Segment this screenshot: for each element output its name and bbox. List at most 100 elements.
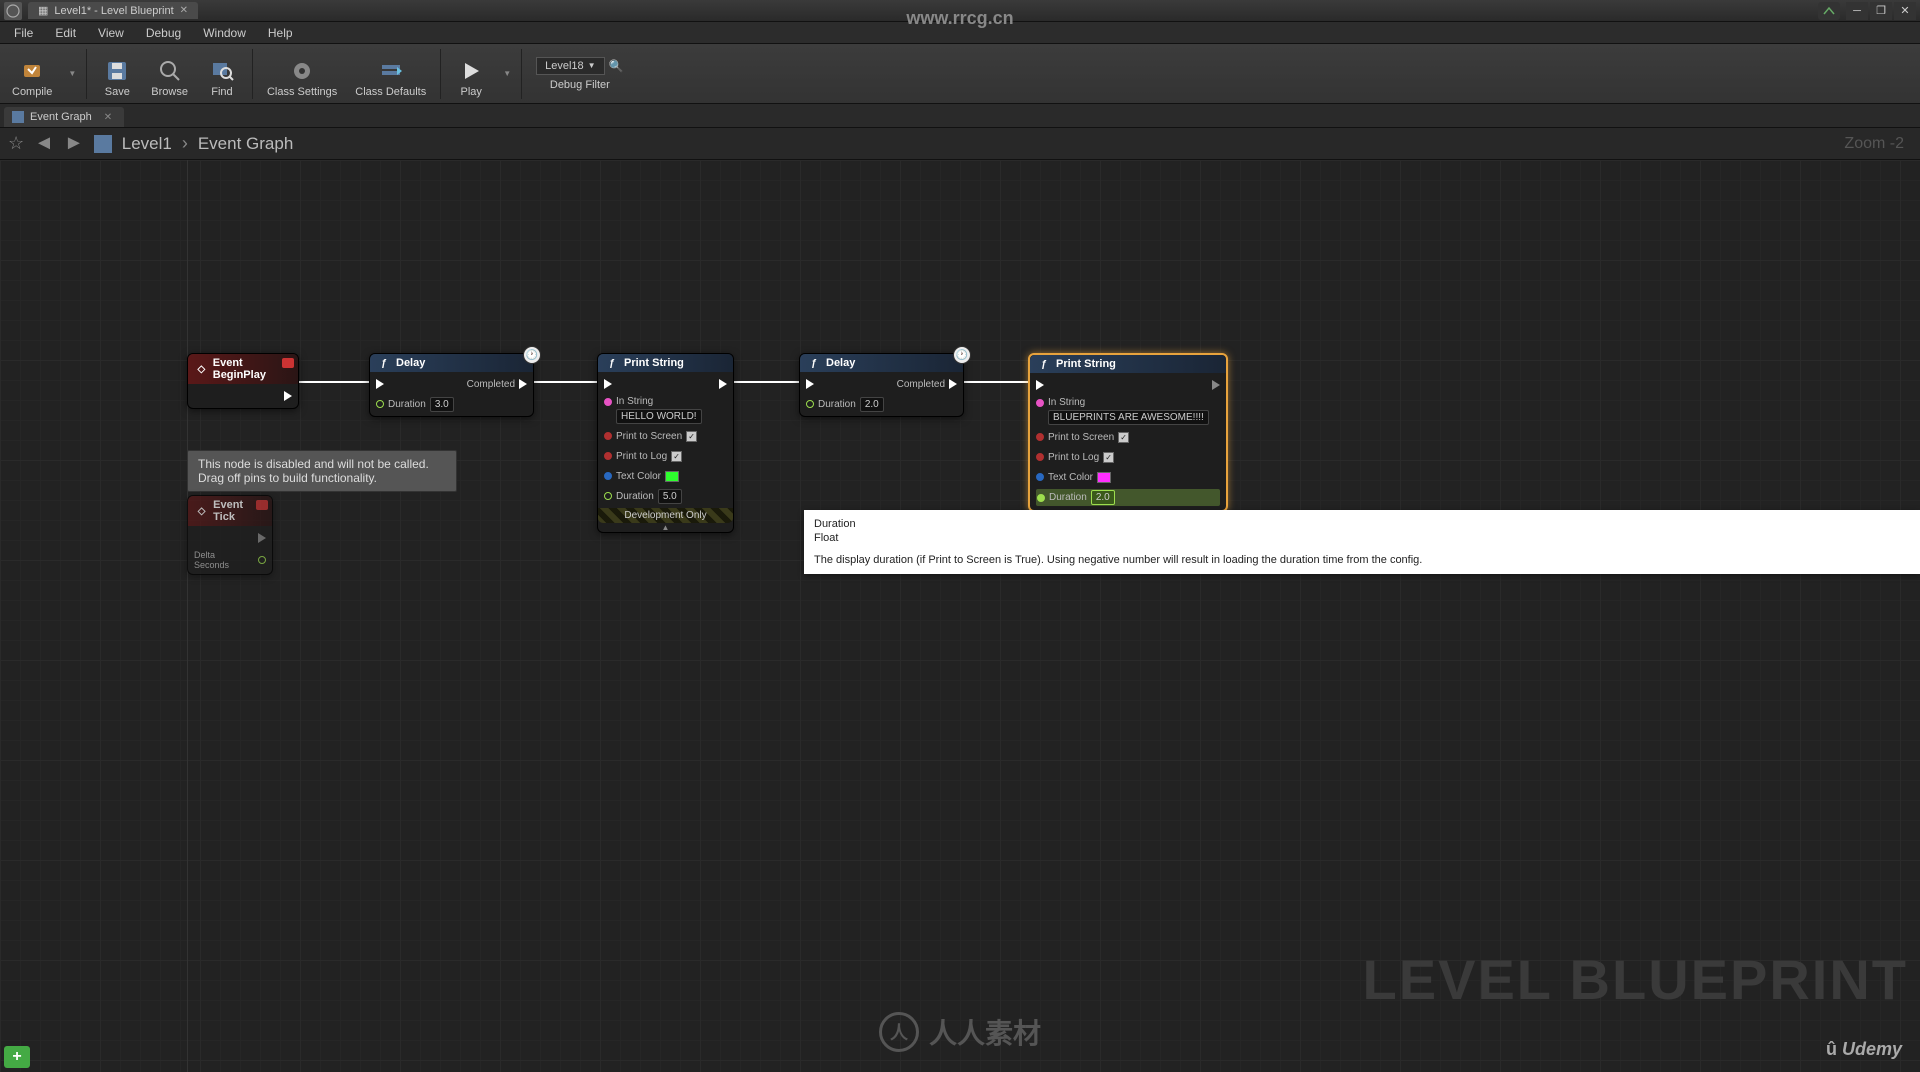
breadcrumb-graph[interactable]: Event Graph — [198, 134, 293, 154]
find-icon — [209, 58, 235, 84]
completed-pin[interactable]: Completed — [467, 379, 527, 390]
exec-in-pin[interactable] — [376, 379, 384, 389]
node-header[interactable]: ƒ Delay 🕐 — [800, 354, 963, 372]
play-dropdown-icon[interactable]: ▼ — [499, 69, 515, 78]
latent-clock-icon: 🕐 — [523, 346, 541, 364]
node-delay-2[interactable]: ƒ Delay 🕐 Completed Duration 2.0 — [799, 353, 964, 417]
defaults-icon — [378, 58, 404, 84]
node-header[interactable]: ◇ Event Tick — [188, 496, 272, 526]
print-to-screen-pin[interactable]: Print to Screen✓ — [1036, 432, 1129, 443]
checkbox[interactable]: ✓ — [671, 451, 682, 462]
latent-clock-icon: 🕐 — [953, 346, 971, 364]
menu-debug[interactable]: Debug — [136, 24, 191, 42]
class-settings-button[interactable]: Class Settings — [259, 46, 345, 102]
exec-out-pin[interactable] — [258, 533, 266, 543]
minimize-button[interactable]: ─ — [1846, 2, 1868, 20]
debug-filter-label: Debug Filter — [550, 79, 610, 91]
menu-window[interactable]: Window — [193, 24, 256, 42]
function-icon: ƒ — [808, 357, 820, 369]
print-to-log-pin[interactable]: Print to Log✓ — [604, 451, 682, 462]
custom-event-badge-icon — [256, 500, 268, 510]
nav-back-button[interactable]: ◄ — [34, 132, 54, 155]
disabled-node-comment: This node is disabled and will not be ca… — [187, 450, 457, 492]
duration-pin[interactable]: Duration2.0 — [1037, 490, 1115, 505]
menu-file[interactable]: File — [4, 24, 43, 42]
checkbox[interactable]: ✓ — [1118, 432, 1129, 443]
completed-pin[interactable]: Completed — [897, 379, 957, 390]
node-header[interactable]: ƒ Delay 🕐 — [370, 354, 533, 372]
nav-forward-button[interactable]: ► — [64, 132, 84, 155]
in-string-input[interactable]: HELLO WORLD! — [616, 409, 702, 424]
close-window-button[interactable]: ✕ — [1894, 2, 1916, 20]
exec-in-pin[interactable] — [806, 379, 814, 389]
compile-dropdown-icon[interactable]: ▼ — [64, 69, 80, 78]
tab-event-graph[interactable]: Event Graph ✕ — [4, 107, 124, 127]
node-header[interactable]: ƒ Print String — [598, 354, 733, 372]
exec-in-pin[interactable] — [604, 379, 612, 389]
close-tab-icon[interactable]: ✕ — [104, 112, 112, 123]
color-swatch[interactable] — [1097, 472, 1111, 483]
restore-button[interactable]: ❐ — [1870, 2, 1892, 20]
class-defaults-button[interactable]: Class Defaults — [347, 46, 434, 102]
debug-filter: Level18 ▼ 🔍 Debug Filter — [528, 53, 631, 95]
print-to-log-pin[interactable]: Print to Log✓ — [1036, 452, 1114, 463]
graph-icon — [94, 135, 112, 153]
exec-out-pin[interactable] — [1212, 380, 1220, 390]
node-print-string-1[interactable]: ƒ Print String In String HELLO WORLD! Pr… — [597, 353, 734, 533]
in-string-input[interactable]: BLUEPRINTS ARE AWESOME!!!! — [1048, 410, 1209, 425]
duration-pin[interactable]: Duration5.0 — [604, 489, 682, 504]
browse-button[interactable]: Browse — [143, 46, 196, 102]
zoom-label: Zoom -2 — [1844, 135, 1904, 153]
duration-pin[interactable]: Duration 3.0 — [376, 397, 454, 412]
play-icon — [458, 58, 484, 84]
find-button[interactable]: Find — [198, 46, 246, 102]
breadcrumb-level[interactable]: Level1 — [122, 134, 172, 154]
tab-row: Event Graph ✕ — [0, 104, 1920, 128]
chevron-down-icon: ▼ — [588, 61, 596, 70]
color-swatch[interactable] — [665, 471, 679, 482]
compile-button[interactable]: Compile — [4, 46, 60, 102]
favorite-icon[interactable]: ☆ — [8, 133, 24, 154]
debug-filter-combo[interactable]: Level18 ▼ — [536, 57, 604, 75]
node-header[interactable]: ◇ Event BeginPlay — [188, 354, 298, 384]
play-button[interactable]: Play — [447, 46, 495, 102]
node-delay-1[interactable]: ƒ Delay 🕐 Completed Duration 3.0 — [369, 353, 534, 417]
node-event-beginplay[interactable]: ◇ Event BeginPlay — [187, 353, 299, 409]
search-icon[interactable]: 🔍 — [609, 59, 624, 73]
window-tab[interactable]: ▦ Level1* - Level Blueprint ✕ — [28, 2, 198, 19]
url-watermark: www.rrcg.cn — [906, 8, 1013, 29]
in-string-pin[interactable]: In String HELLO WORLD! — [604, 396, 702, 424]
exec-in-pin[interactable] — [1036, 380, 1044, 390]
checkbox[interactable]: ✓ — [1103, 452, 1114, 463]
menu-help[interactable]: Help — [258, 24, 303, 42]
source-control-icon[interactable] — [1818, 2, 1840, 20]
text-color-pin[interactable]: Text Color — [604, 471, 679, 482]
add-button[interactable]: + — [4, 1046, 30, 1068]
duration-input[interactable]: 5.0 — [658, 489, 682, 504]
checkbox[interactable]: ✓ — [686, 431, 697, 442]
node-header[interactable]: ƒ Print String — [1030, 355, 1226, 373]
close-tab-icon[interactable]: ✕ — [180, 5, 188, 16]
text-color-pin[interactable]: Text Color — [1036, 472, 1111, 483]
collapse-arrow-icon[interactable]: ▲ — [598, 523, 733, 532]
menu-edit[interactable]: Edit — [45, 24, 86, 42]
exec-out-pin[interactable] — [719, 379, 727, 389]
title-bar: ▦ Level1* - Level Blueprint ✕ www.rrcg.c… — [0, 0, 1920, 22]
event-icon: ◇ — [196, 363, 207, 375]
print-to-screen-pin[interactable]: Print to Screen✓ — [604, 431, 697, 442]
in-string-pin[interactable]: In String BLUEPRINTS ARE AWESOME!!!! — [1036, 397, 1209, 425]
tooltip-description: The display duration (if Print to Screen… — [814, 554, 1910, 566]
browse-icon — [157, 58, 183, 84]
function-icon: ƒ — [606, 357, 618, 369]
node-event-tick[interactable]: ◇ Event Tick Delta Seconds — [187, 495, 273, 575]
delta-seconds-pin[interactable] — [258, 556, 266, 564]
save-button[interactable]: Save — [93, 46, 141, 102]
duration-pin[interactable]: Duration 2.0 — [806, 397, 884, 412]
node-print-string-2[interactable]: ƒ Print String In String BLUEPRINTS ARE … — [1028, 353, 1228, 512]
graph-canvas[interactable]: ◇ Event BeginPlay ƒ Delay 🕐 Completed — [0, 160, 1920, 1072]
duration-input[interactable]: 3.0 — [430, 397, 454, 412]
duration-input[interactable]: 2.0 — [860, 397, 884, 412]
exec-out-pin[interactable] — [284, 391, 292, 401]
duration-input[interactable]: 2.0 — [1091, 490, 1115, 505]
menu-view[interactable]: View — [88, 24, 134, 42]
